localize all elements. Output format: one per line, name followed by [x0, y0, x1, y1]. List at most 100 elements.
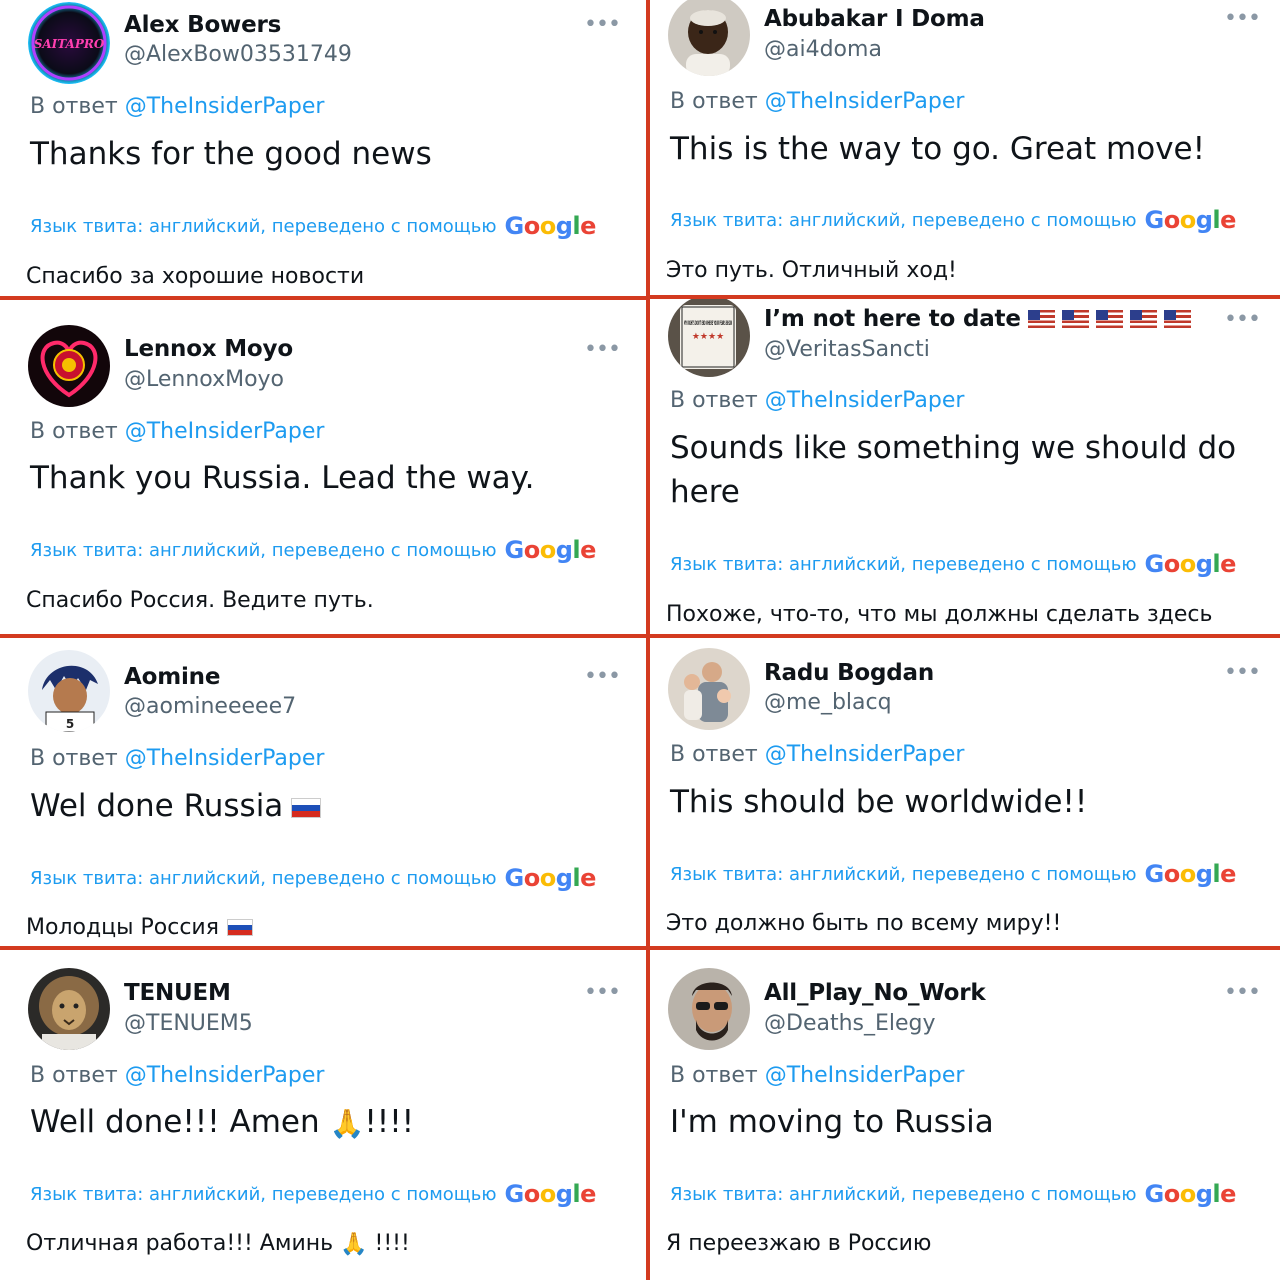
translated-text-content: Молодцы Россия: [26, 915, 219, 940]
tweet-text: I'm moving to Russia: [670, 1104, 994, 1140]
user-handle[interactable]: @LennoxMoyo: [124, 367, 284, 392]
tweet-text-line: here: [670, 474, 740, 510]
google-logo-icon: Google: [504, 864, 597, 892]
translation-label: Язык твита: английский, переведено с пом…: [30, 215, 497, 237]
mention-link[interactable]: @TheInsiderPaper: [765, 89, 965, 114]
translation-note[interactable]: Язык твита: английский, переведено с пом…: [670, 860, 1236, 888]
translation-note[interactable]: Язык твита: английский, переведено с пом…: [30, 1180, 596, 1208]
tweet-card[interactable]: Abubakar I Doma @ai4doma ••• В ответ @Th…: [650, 0, 1280, 296]
translation-note[interactable]: Язык твита: английский, переведено с пом…: [670, 1180, 1236, 1208]
tweet-card[interactable]: 5 Aomine @aomineeeee7 ••• В ответ @TheIn…: [0, 638, 646, 946]
avatar[interactable]: [28, 968, 110, 1050]
avatar[interactable]: MY RIGHTS DON'T END WHERE YOUR FEARS BEG…: [668, 299, 750, 377]
user-handle[interactable]: @Deaths_Elegy: [764, 1011, 936, 1036]
tweet-card[interactable]: MY RIGHTS DON'T END WHERE YOUR FEARS BEG…: [650, 299, 1280, 634]
translation-label: Язык твита: английский, переведено с пом…: [670, 209, 1137, 231]
user-handle[interactable]: @aomineeeee7: [124, 694, 296, 719]
more-options-icon[interactable]: •••: [1224, 309, 1261, 331]
translation-note[interactable]: Язык твита: английский, переведено с пом…: [30, 536, 596, 564]
us-flag-icon: [1027, 310, 1055, 328]
translation-label: Язык твита: английский, переведено с пом…: [670, 1183, 1137, 1205]
more-options-icon[interactable]: •••: [584, 14, 621, 36]
folded-hands-icon: 🙏: [340, 1231, 368, 1257]
user-handle[interactable]: @AlexBow03531749: [124, 42, 352, 67]
user-handle[interactable]: @TENUEM5: [124, 1011, 253, 1036]
row-divider: [0, 946, 1280, 950]
translation-note[interactable]: Язык твита: английский, переведено с пом…: [670, 206, 1236, 234]
avatar-image: [668, 968, 750, 1050]
avatar-image: [668, 648, 750, 730]
tweet-text: This should be worldwide!!: [670, 784, 1088, 820]
mention-link[interactable]: @TheInsiderPaper: [125, 419, 325, 444]
google-logo-icon: Google: [1144, 550, 1237, 578]
translated-text-content: !!!!: [374, 1231, 410, 1256]
avatar[interactable]: 5: [28, 650, 110, 732]
tweet-card[interactable]: Radu Bogdan @me_blacq ••• В ответ @TheIn…: [650, 638, 1280, 946]
reply-context: В ответ @TheInsiderPaper: [30, 1063, 324, 1088]
more-options-icon[interactable]: •••: [1224, 662, 1261, 684]
translated-text: Я переезжаю в Россию: [666, 1231, 932, 1256]
user-handle[interactable]: @VeritasSancti: [764, 337, 930, 362]
avatar[interactable]: [28, 325, 110, 407]
more-options-icon[interactable]: •••: [584, 666, 621, 688]
translated-text: Это путь. Отличный ход!: [666, 258, 957, 283]
reply-prefix: В ответ: [670, 1063, 758, 1088]
mention-link[interactable]: @TheInsiderPaper: [765, 742, 965, 767]
google-logo-icon: Google: [504, 1180, 597, 1208]
mention-link[interactable]: @TheInsiderPaper: [125, 94, 325, 119]
display-name[interactable]: TENUEM: [124, 980, 231, 1006]
avatar[interactable]: [668, 648, 750, 730]
reply-prefix: В ответ: [670, 742, 758, 767]
mention-link[interactable]: @TheInsiderPaper: [125, 1063, 325, 1088]
translation-note[interactable]: Язык твита: английский, переведено с пом…: [30, 864, 596, 892]
tweet-text: Well done!!! Amen 🙏!!!!: [30, 1100, 414, 1146]
more-options-icon[interactable]: •••: [584, 982, 621, 1004]
avatar-image: MY RIGHTS DON'T END WHERE YOUR FEARS BEG…: [668, 299, 750, 377]
avatar[interactable]: [668, 968, 750, 1050]
reply-prefix: В ответ: [670, 388, 758, 413]
display-name[interactable]: I’m not here to date: [764, 306, 1191, 332]
translated-text: Это должно быть по всему миру!!: [666, 911, 1062, 936]
tweet-card[interactable]: TENUEM @TENUEM5 ••• В ответ @TheInsiderP…: [0, 950, 646, 1280]
translated-text-content: Отличная работа!!! Аминь: [26, 1231, 334, 1256]
us-flag-icon: [1095, 310, 1123, 328]
tweet-text: This is the way to go. Great move!: [670, 131, 1206, 167]
tweet-card[interactable]: Lennox Moyo @LennoxMoyo ••• В ответ @The…: [0, 299, 646, 634]
avatar-image: SAITAPRO: [28, 2, 110, 84]
more-options-icon[interactable]: •••: [1224, 8, 1261, 30]
more-options-icon[interactable]: •••: [584, 339, 621, 361]
tweet-card[interactable]: All_Play_No_Work @Deaths_Elegy ••• В отв…: [650, 950, 1280, 1280]
tweet-text-content: Well done!!! Amen: [30, 1104, 320, 1140]
reply-prefix: В ответ: [670, 89, 758, 114]
more-options-icon[interactable]: •••: [1224, 982, 1261, 1004]
avatar[interactable]: SAITAPRO: [28, 2, 110, 84]
display-name[interactable]: Abubakar I Doma: [764, 6, 985, 32]
google-logo-icon: Google: [504, 212, 597, 240]
user-handle[interactable]: @ai4doma: [764, 37, 882, 62]
display-name[interactable]: All_Play_No_Work: [764, 980, 986, 1006]
us-flag-icon: [1163, 310, 1191, 328]
translation-note[interactable]: Язык твита: английский, переведено с пом…: [670, 550, 1236, 578]
user-handle[interactable]: @me_blacq: [764, 690, 892, 715]
reply-prefix: В ответ: [30, 746, 118, 771]
mention-link[interactable]: @TheInsiderPaper: [125, 746, 325, 771]
row-divider: [646, 295, 1280, 299]
translation-label: Язык твита: английский, переведено с пом…: [670, 553, 1137, 575]
mention-link[interactable]: @TheInsiderPaper: [765, 1063, 965, 1088]
us-flag-icon: [1129, 310, 1157, 328]
tweet-card[interactable]: SAITAPRO Alex Bowers @AlexBow03531749 ••…: [0, 0, 646, 296]
translation-note[interactable]: Язык твита: английский, переведено с пом…: [30, 212, 596, 240]
row-divider: [0, 296, 646, 300]
reply-context: В ответ @TheInsiderPaper: [670, 388, 964, 413]
translated-text: Отличная работа!!! Аминь 🙏 !!!!: [26, 1231, 410, 1257]
tweet-text-content: !!!!: [364, 1104, 415, 1140]
avatar[interactable]: [668, 0, 750, 76]
display-name[interactable]: Lennox Moyo: [124, 336, 293, 362]
display-name[interactable]: Radu Bogdan: [764, 660, 934, 686]
display-name[interactable]: Alex Bowers: [124, 12, 281, 38]
display-name[interactable]: Aomine: [124, 664, 220, 690]
column-divider: [646, 0, 650, 1280]
russia-flag-icon: [226, 919, 253, 936]
reply-context: В ответ @TheInsiderPaper: [30, 746, 324, 771]
mention-link[interactable]: @TheInsiderPaper: [765, 388, 965, 413]
